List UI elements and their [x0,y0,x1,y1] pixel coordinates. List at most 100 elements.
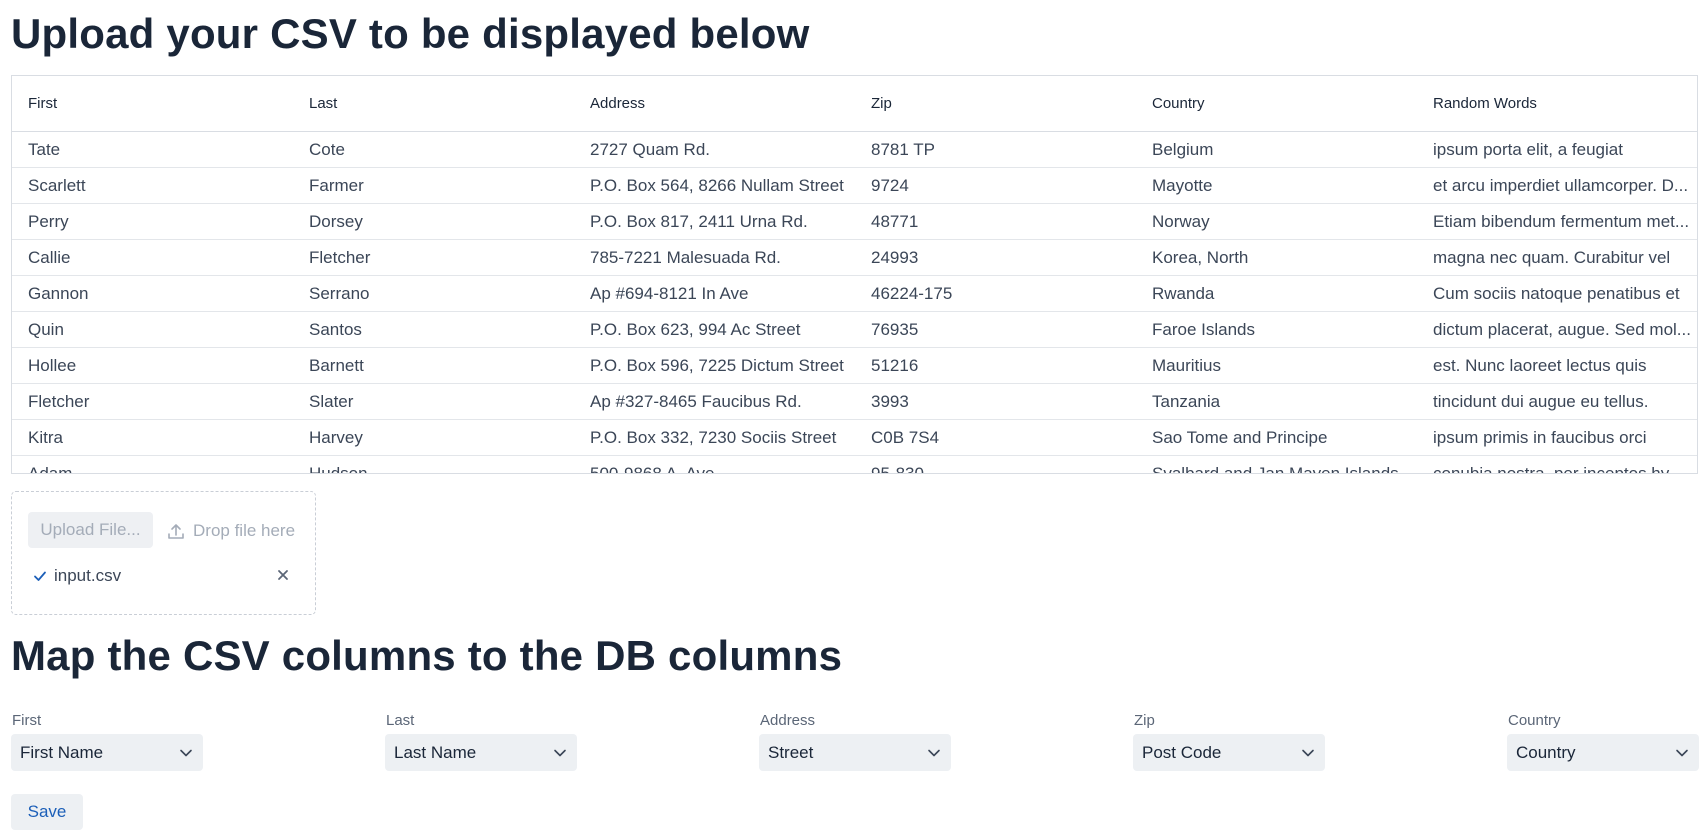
mapping-select-value: Street [768,742,814,762]
mapping-field-address: Address Street [759,712,951,771]
table-row[interactable]: Fletcher Slater Ap #327-8465 Faucibus Rd. 3… [12,383,1697,420]
table-cell-address: Ap #694-8121 In Ave [574,275,855,312]
file-upload-dropzone[interactable]: Upload File... Drop file here input.csv [11,491,316,615]
mapping-select-value: First Name [20,742,104,762]
mapping-select-value: Country [1516,742,1576,762]
table-cell-address: P.O. Box 623, 994 Ac Street [574,311,855,348]
upload-title: Upload your CSV to be displayed below [11,10,810,57]
table-cell-first: Hollee [12,347,293,384]
table-cell-address: P.O. Box 596, 7225 Dictum Street [574,347,855,384]
mapping-field-country: Country Country [1507,712,1699,771]
csv-table-container[interactable]: First Last Address Zip Country Random Wo… [11,75,1698,474]
table-cell-last: Slater [293,383,574,420]
chevron-down-icon [928,749,940,757]
table-cell-address: 2727 Quam Rd. [574,131,855,168]
column-header-address[interactable]: Address [574,76,855,132]
table-cell-country: Mauritius [1136,347,1417,384]
table-cell-zip: 95-830 [855,455,1136,473]
table-cell-last: Farmer [293,167,574,204]
table-cell-first: Perry [12,203,293,240]
mapping-field-first: First First Name [11,712,203,771]
table-row[interactable]: Scarlett Farmer P.O. Box 564, 8266 Nullam … [12,167,1697,204]
map-title: Map the CSV columns to the DB columns [11,632,843,679]
table-cell-country: Belgium [1136,131,1417,168]
table-cell-first: Scarlett [12,167,293,204]
drop-hint: Drop file here [166,521,295,541]
table-cell-country: Sao Tome and Principe [1136,419,1417,456]
table-row[interactable]: Adam Hudson 500-9868 A, Ave 95-830 Svalbard … [12,455,1697,473]
mapping-select-zip[interactable]: Post Code [1133,734,1325,771]
table-cell-first: Kitra [12,419,293,456]
column-header-country[interactable]: Country [1136,76,1417,132]
table-cell-random-words: Etiam bibendum fermentum met... [1417,203,1697,240]
close-icon[interactable] [276,568,290,582]
table-cell-address: 785-7221 Malesuada Rd. [574,239,855,276]
table-cell-address: P.O. Box 564, 8266 Nullam Street [574,167,855,204]
chevron-down-icon [1676,749,1688,757]
table-cell-address: Ap #327-8465 Faucibus Rd. [574,383,855,420]
table-cell-country: Faroe Islands [1136,311,1417,348]
table-cell-random-words: ipsum porta elit, a feugiat [1417,131,1697,168]
column-header-first[interactable]: First [12,76,293,132]
table-cell-first: Callie [12,239,293,276]
table-row[interactable]: Quin Santos P.O. Box 623, 994 Ac Street 769… [12,311,1697,348]
table-cell-zip: 8781 TP [855,131,1136,168]
table-cell-country: Korea, North [1136,239,1417,276]
table-cell-last: Fletcher [293,239,574,276]
table-cell-random-words: conubia nostra, per inceptos hy... [1417,455,1697,473]
page: Upload your CSV to be displayed below Fi… [0,0,1706,840]
table-cell-zip: 76935 [855,311,1136,348]
table-cell-country: Mayotte [1136,167,1417,204]
table-cell-last: Hudson [293,455,574,473]
table-cell-address: P.O. Box 332, 7230 Sociis Street [574,419,855,456]
table-cell-first: Gannon [12,275,293,312]
upload-file-button[interactable]: Upload File... [28,512,153,548]
table-cell-first: Adam [12,455,293,473]
table-row[interactable]: Callie Fletcher 785-7221 Malesuada Rd. 2499… [12,239,1697,276]
table-cell-address: P.O. Box 817, 2411 Urna Rd. [574,203,855,240]
table-cell-last: Harvey [293,419,574,456]
table-cell-random-words: ipsum primis in faucibus orci [1417,419,1697,456]
table-cell-country: Svalbard and Jan Mayen Islands [1136,455,1417,473]
column-header-random-words[interactable]: Random Words [1417,76,1697,132]
mapping-field-last: Last Last Name [385,712,577,771]
chevron-down-icon [1302,749,1314,757]
table-row[interactable]: Perry Dorsey P.O. Box 817, 2411 Urna Rd. 48… [12,203,1697,240]
table-cell-random-words: Cum sociis natoque penatibus et [1417,275,1697,312]
table-cell-random-words: est. Nunc laoreet lectus quis [1417,347,1697,384]
table-cell-first: Fletcher [12,383,293,420]
table-row[interactable]: Tate Cote 2727 Quam Rd. 8781 TP Belgium ipsum… [12,131,1697,168]
table-cell-address: 500-9868 A, Ave [574,455,855,473]
table-row[interactable]: Hollee Barnett P.O. Box 596, 7225 Dictum S… [12,347,1697,384]
table-cell-zip: 46224-175 [855,275,1136,312]
chevron-down-icon [554,749,566,757]
save-button[interactable]: Save [11,794,83,830]
table-cell-zip: 51216 [855,347,1136,384]
table-cell-first: Quin [12,311,293,348]
mapping-select-first[interactable]: First Name [11,734,203,771]
table-cell-zip: 9724 [855,167,1136,204]
mapping-select-last[interactable]: Last Name [385,734,577,771]
table-cell-country: Tanzania [1136,383,1417,420]
table-cell-last: Cote [293,131,574,168]
table-body: Tate Cote 2727 Quam Rd. 8781 TP Belgium ipsum… [12,131,1697,473]
table-cell-zip: 3993 [855,383,1136,420]
table-row[interactable]: Kitra Harvey P.O. Box 332, 7230 Sociis Str… [12,419,1697,456]
mapping-select-country[interactable]: Country [1507,734,1699,771]
table-cell-first: Tate [12,131,293,168]
table-cell-country: Norway [1136,203,1417,240]
table-cell-random-words: tincidunt dui augue eu tellus. [1417,383,1697,420]
column-header-zip[interactable]: Zip [855,76,1136,132]
table-row[interactable]: Gannon Serrano Ap #694-8121 In Ave 46224-17… [12,275,1697,312]
mapping-label: First [12,712,42,729]
mapping-label: Zip [1134,712,1155,729]
mapping-select-address[interactable]: Street [759,734,951,771]
column-header-last[interactable]: Last [293,76,574,132]
table-cell-random-words: magna nec quam. Curabitur vel [1417,239,1697,276]
table-cell-zip: 24993 [855,239,1136,276]
chevron-down-icon [180,749,192,757]
drop-hint-label: Drop file here [193,521,296,540]
table-cell-zip: 48771 [855,203,1136,240]
mapping-select-value: Post Code [1142,742,1222,762]
mapping-field-zip: Zip Post Code [1133,712,1325,771]
